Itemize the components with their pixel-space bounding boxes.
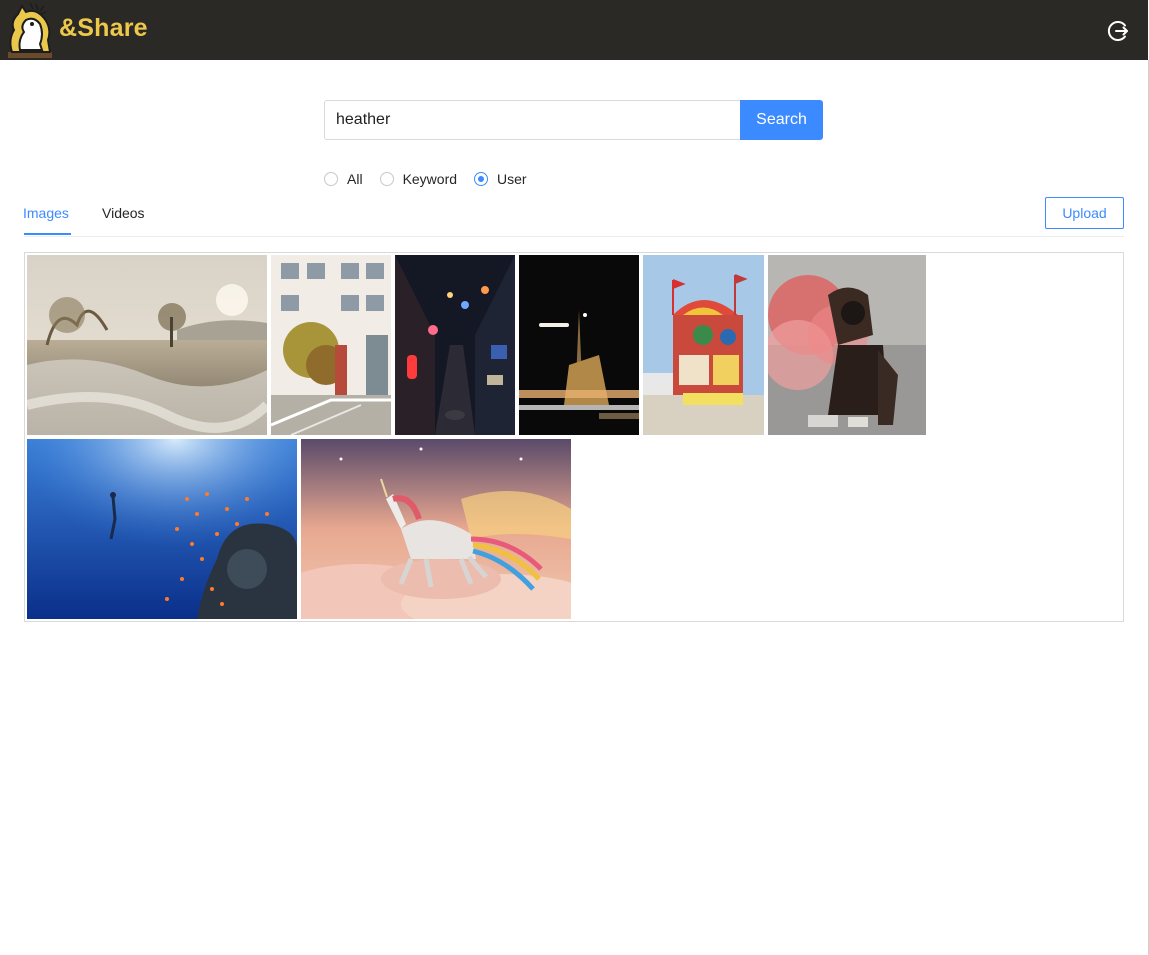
filter-all[interactable]: All [324,171,363,187]
gallery-image[interactable] [519,255,639,435]
gallery-image[interactable] [27,255,267,435]
gallery-image[interactable] [271,255,391,435]
filter-user[interactable]: User [474,171,527,187]
radio-keyword-icon[interactable] [379,172,394,186]
gallery-image[interactable] [395,255,515,435]
upload-button[interactable]: Upload [1045,197,1124,229]
tab-videos[interactable]: Videos [102,205,145,221]
active-tab-indicator [24,233,71,235]
radio-all-icon[interactable] [324,172,338,186]
media-tabs: Images Videos Upload [23,197,1124,237]
search-filter-group: All Keyword User [324,170,527,188]
filter-user-label: User [497,171,527,187]
filter-keyword[interactable]: Keyword [379,171,458,187]
top-header: &Share [0,0,1148,60]
gallery-image[interactable] [27,439,297,619]
search-input[interactable] [324,100,740,140]
knight-logo-icon[interactable] [2,0,58,60]
gallery-image[interactable] [768,255,926,435]
brand-name: &Share [59,14,148,42]
logout-icon[interactable] [1106,19,1130,43]
filter-keyword-label: Keyword [402,171,458,187]
tab-images[interactable]: Images [23,205,69,221]
search-button[interactable]: Search [740,100,823,140]
gallery-image[interactable] [643,255,764,435]
radio-user-icon[interactable] [474,172,489,186]
filter-all-label: All [347,171,363,187]
gallery-image[interactable] [301,439,571,619]
image-gallery [24,252,1124,622]
